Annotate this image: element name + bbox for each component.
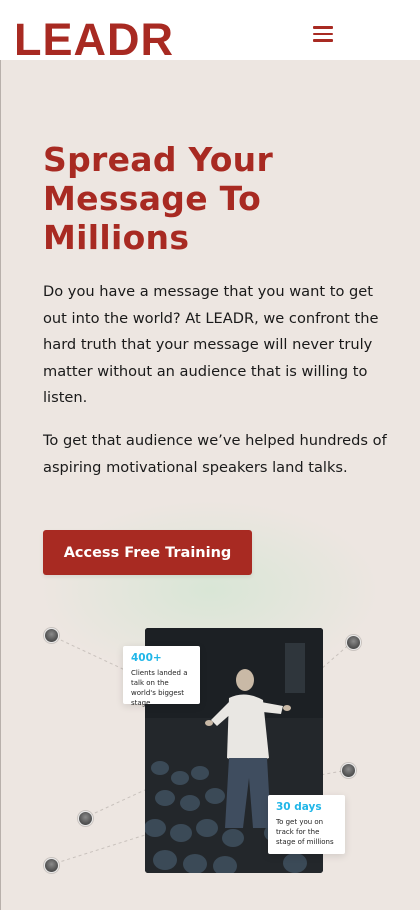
client-avatar <box>341 763 356 778</box>
hamburger-icon <box>313 26 333 29</box>
stat-card-clients: 400+ Clients landed a talk on the world'… <box>123 646 200 707</box>
hamburger-menu-button[interactable] <box>310 26 336 48</box>
hero-title: Spread Your Message To Millions <box>43 140 274 257</box>
leadr-logo[interactable]: LEADR <box>14 14 174 60</box>
access-free-training-button[interactable]: Access Free Training <box>43 530 252 575</box>
stat-description: Clients landed a talk on the world's big… <box>131 669 188 707</box>
client-avatar <box>78 811 93 826</box>
client-avatar <box>346 635 361 650</box>
stat-description: To get you on track for the stage of mil… <box>276 818 334 846</box>
hero-paragraph: Do you have a message that you want to g… <box>43 283 379 406</box>
speaker-collage: 400+ Clients landed a talk on the world'… <box>0 615 420 910</box>
stat-card-days: 30 days To get you on track for the stag… <box>268 795 345 854</box>
stat-value: 30 days <box>276 801 322 813</box>
hamburger-icon-bar <box>313 39 333 42</box>
client-avatar <box>44 858 59 873</box>
stat-value: 400+ <box>131 652 162 664</box>
hero-paragraph-secondary: To get that audience we’ve helped hundre… <box>43 432 387 476</box>
client-avatar <box>44 628 59 643</box>
site-header: LEADR <box>0 0 420 60</box>
hamburger-icon-bar <box>313 32 333 35</box>
